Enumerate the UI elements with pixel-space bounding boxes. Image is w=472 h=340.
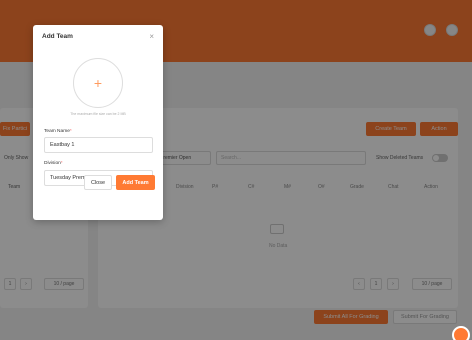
logo-upload[interactable]: + <box>73 58 123 108</box>
close-button[interactable]: Close <box>84 175 112 190</box>
team-name-label: Team Name* <box>44 129 72 134</box>
upload-hint: The maximum file size can be 2 MB <box>70 112 126 116</box>
plus-icon: + <box>93 75 103 91</box>
add-team-button[interactable]: Add Team <box>116 175 155 190</box>
division-label: Division* <box>44 161 63 166</box>
chat-icon[interactable] <box>452 326 470 340</box>
add-team-dialog: Add Team × + The maximum file size can b… <box>33 25 163 220</box>
close-icon[interactable]: × <box>149 32 154 41</box>
team-name-input[interactable]: Eastbay 1 <box>44 137 153 153</box>
dialog-title: Add Team <box>42 33 73 40</box>
